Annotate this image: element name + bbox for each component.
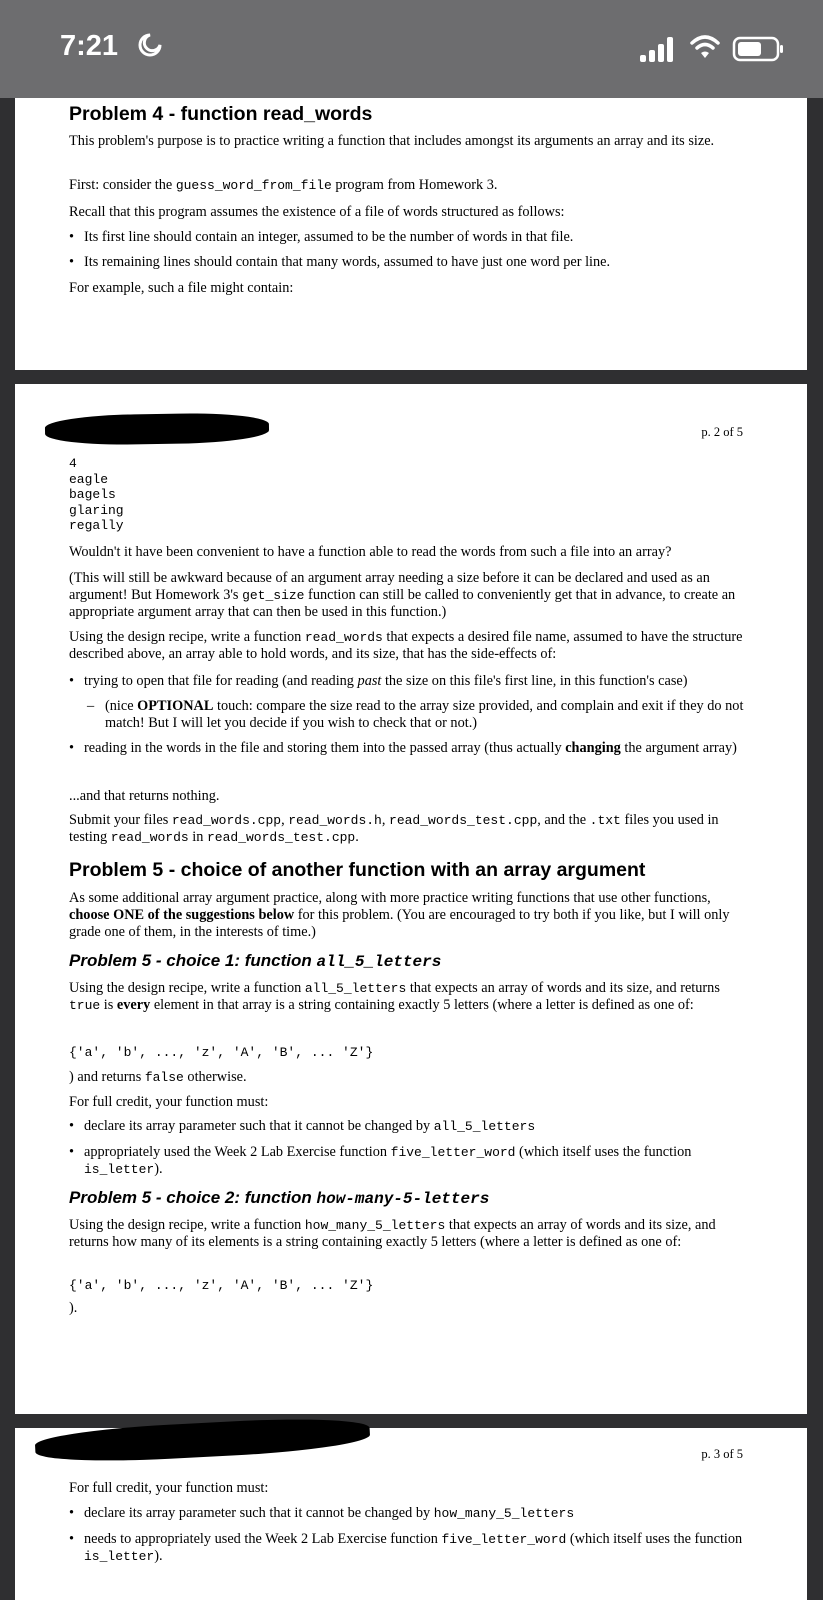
wouldnt-paragraph: Wouldn't it have been convenient to have… (69, 544, 672, 560)
clock: 7:21 (60, 30, 119, 62)
returns-nothing: ...and that returns nothing. (69, 788, 220, 804)
list-item: trying to open that file for reading (an… (69, 673, 751, 690)
list-item: needs to appropriately used the Week 2 L… (69, 1531, 751, 1565)
choice-2-heading: Problem 5 - choice 2: function how-many-… (69, 1188, 490, 1208)
example-paragraph: For example, such a file might contain: (69, 280, 294, 296)
document-page-3: p. 3 of 5 For full credit, your function… (15, 1414, 807, 1600)
list-item: (nice OPTIONAL touch: compare the size r… (69, 698, 751, 732)
document-page-1: Problem 4 - function read_words This pro… (15, 98, 807, 370)
awkward-paragraph: (This will still be awkward because of a… (69, 570, 736, 620)
signal-icon (640, 37, 673, 62)
list-item: Its first line should contain an integer… (69, 229, 751, 246)
list-item: reading in the words in the file and sto… (69, 740, 751, 757)
choice-2-description: Using the design recipe, write a functio… (69, 1217, 716, 1250)
file-line: 4 (69, 456, 77, 471)
file-line: bagels (69, 487, 116, 502)
choice-2-requirements: declare its array parameter such that it… (69, 1505, 751, 1565)
list-item: declare its array parameter such that it… (69, 1505, 751, 1522)
moon-icon (138, 33, 162, 57)
submit-paragraph: Submit your files read_words.cpp, read_w… (69, 812, 719, 845)
list-item: declare its array parameter such that it… (69, 1118, 751, 1135)
choice-1-description: Using the design recipe, write a functio… (69, 980, 720, 1013)
list-item: Its remaining lines should contain that … (69, 254, 751, 271)
page-number: p. 3 of 5 (701, 1447, 743, 1461)
choice-1-heading: Problem 5 - choice 1: function all_5_let… (69, 951, 442, 971)
problem-5-intro: As some additional array argument practi… (69, 890, 730, 940)
page-number: p. 2 of 5 (701, 425, 743, 439)
letter-set: {'a', 'b', ..., 'z', 'A', 'B', ... 'Z'} (69, 1278, 374, 1293)
choice-1-requirements: declare its array parameter such that it… (69, 1118, 751, 1178)
choice-1-false: ) and returns false otherwise. (69, 1069, 247, 1085)
file-structure-list: Its first line should contain an integer… (69, 229, 751, 271)
full-credit-label: For full credit, your function must: (69, 1480, 269, 1496)
redaction-mark (44, 412, 270, 446)
file-line: regally (69, 518, 124, 533)
first-paragraph: First: consider the guess_word_from_file… (69, 177, 498, 193)
choice-2-close: ). (69, 1300, 78, 1316)
letter-set: {'a', 'b', ..., 'z', 'A', 'B', ... 'Z'} (69, 1045, 374, 1060)
document-page-2: p. 2 of 5 4 eagle bagels glaring regally… (15, 384, 807, 1414)
problem-4-heading: Problem 4 - function read_words (69, 103, 373, 125)
wifi-icon (690, 35, 720, 58)
file-line: glaring (69, 502, 124, 518)
problem-4-intro: This problem's purpose is to practice wr… (69, 133, 715, 149)
recall-paragraph: Recall that this program assumes the exi… (69, 204, 565, 220)
redaction-mark (34, 1414, 371, 1466)
example-file-contents: 4 eagle bagels glaring regally (69, 456, 751, 534)
battery-icon (732, 36, 783, 62)
list-item: appropriately used the Week 2 Lab Exerci… (69, 1144, 751, 1178)
design-recipe-paragraph: Using the design recipe, write a functio… (69, 629, 743, 662)
side-effects-list: trying to open that file for reading (an… (69, 673, 751, 757)
file-line: eagle (69, 471, 109, 487)
status-bar: 7:21 (0, 0, 823, 98)
problem-5-heading: Problem 5 - choice of another function w… (69, 859, 646, 881)
full-credit-label: For full credit, your function must: (69, 1094, 269, 1110)
